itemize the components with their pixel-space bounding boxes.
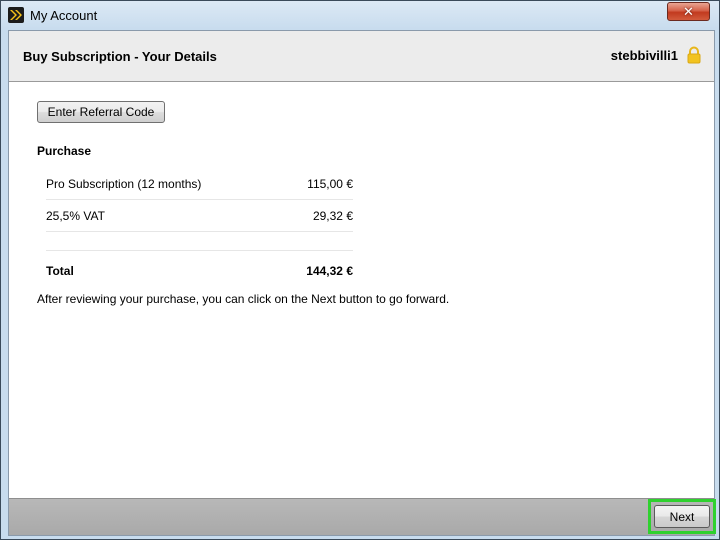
purchase-heading: Purchase — [37, 144, 92, 158]
spacer-row — [46, 232, 353, 251]
total-price: 144,32 € — [306, 264, 353, 278]
app-logo-icon — [8, 7, 24, 23]
purchase-table: Pro Subscription (12 months) 115,00 € 25… — [46, 168, 353, 285]
title-bar[interactable]: My Account ✕ — [1, 1, 719, 30]
purchase-row: 25,5% VAT 29,32 € — [46, 200, 353, 232]
item-price: 29,32 € — [312, 209, 353, 223]
enter-referral-code-button[interactable]: Enter Referral Code — [37, 101, 165, 123]
total-row: Total 144,32 € — [46, 251, 353, 285]
window-title: My Account — [30, 8, 98, 23]
purchase-row: Pro Subscription (12 months) 115,00 € — [46, 168, 353, 200]
page-header: Buy Subscription - Your Details stebbivi… — [9, 31, 714, 82]
item-label: 25,5% VAT — [46, 209, 105, 223]
client-area: Buy Subscription - Your Details stebbivi… — [8, 30, 716, 536]
lock-icon — [686, 46, 702, 64]
next-button[interactable]: Next — [654, 505, 710, 528]
close-icon: ✕ — [683, 4, 694, 19]
app-window: My Account ✕ Buy Subscription - Your Det… — [0, 0, 720, 540]
item-label: Pro Subscription (12 months) — [46, 177, 202, 191]
footer-bar: Next — [9, 498, 716, 535]
instruction-text: After reviewing your purchase, you can c… — [37, 292, 450, 306]
username-label: stebbivilli1 — [610, 48, 678, 63]
item-price: 115,00 € — [307, 177, 353, 191]
page-title: Buy Subscription - Your Details — [23, 49, 217, 64]
total-label: Total — [46, 264, 74, 278]
close-button[interactable]: ✕ — [667, 2, 710, 21]
